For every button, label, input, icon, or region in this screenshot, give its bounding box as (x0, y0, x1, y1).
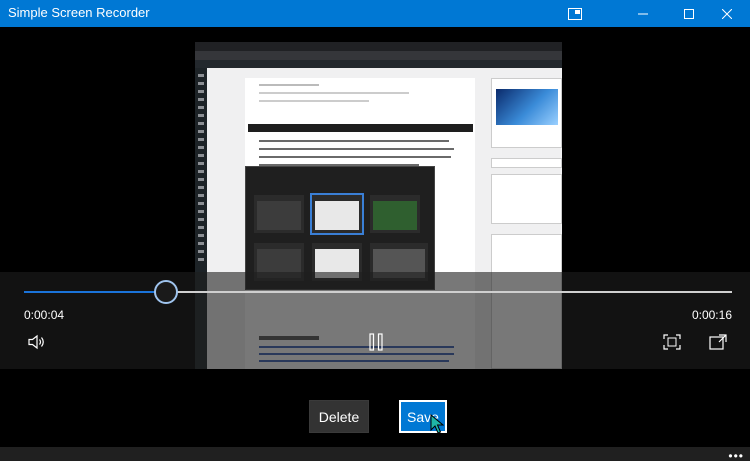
mouse-cursor-icon (430, 413, 445, 434)
seek-bar-progress (24, 291, 166, 293)
window-title: Simple Screen Recorder (8, 5, 150, 20)
browser-toolbar (195, 51, 562, 60)
title-bar: Simple Screen Recorder (0, 0, 750, 27)
current-time: 0:00:04 (24, 308, 65, 322)
delete-button[interactable]: Delete (309, 400, 369, 433)
pause-icon[interactable] (366, 332, 386, 352)
seek-thumb[interactable] (154, 280, 178, 304)
aspect-ratio-icon[interactable] (661, 332, 683, 352)
close-icon[interactable] (704, 0, 750, 27)
volume-icon[interactable] (26, 332, 48, 352)
seek-bar[interactable] (24, 291, 732, 293)
total-time: 0:00:16 (691, 308, 732, 322)
admin-bar (195, 60, 562, 68)
bottom-strip (0, 447, 750, 461)
browser-tabstrip (195, 42, 562, 51)
pip-icon[interactable] (552, 0, 598, 27)
expand-icon[interactable] (707, 332, 729, 352)
controls-overlay (0, 272, 750, 369)
more-icon[interactable]: ••• (728, 449, 744, 461)
minimize-icon[interactable] (620, 0, 666, 27)
